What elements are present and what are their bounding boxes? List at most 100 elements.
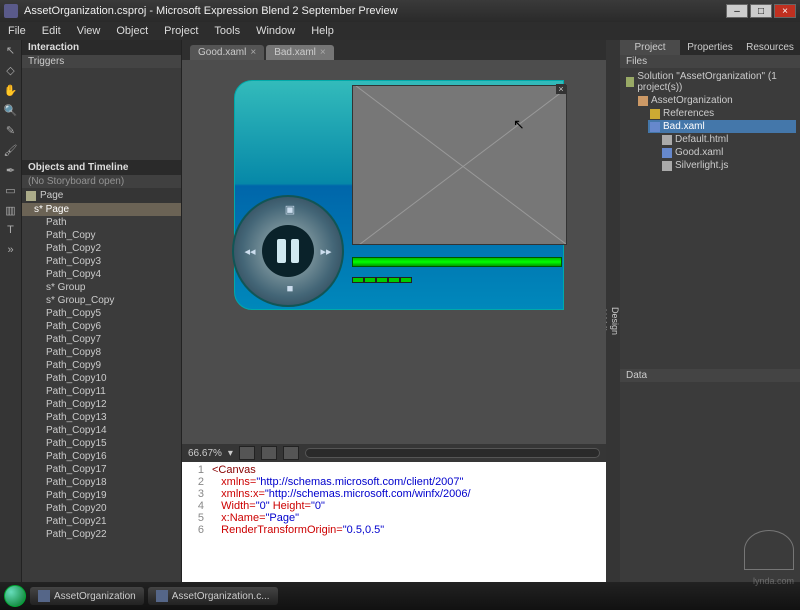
tool-rail: ↖ ◇ ✋ 🔍 ✎ 🖌 ✒ ▭ ▥ T » [0, 40, 22, 582]
file-item[interactable]: Bad.xaml [648, 120, 796, 133]
next-icon[interactable]: ▸▸ [318, 245, 334, 261]
maximize-button[interactable]: □ [750, 4, 772, 18]
tree-item[interactable]: Path_Copy14 [22, 424, 181, 437]
view-tab-design[interactable]: Design [610, 303, 620, 339]
zoom-tool-icon[interactable]: 🔍 [4, 104, 18, 118]
brush-tool-icon[interactable]: 🖌 [4, 144, 18, 158]
watermark-icon [744, 530, 794, 570]
tree-item[interactable]: Path_Copy7 [22, 333, 181, 346]
pan-tool-icon[interactable]: ✋ [4, 84, 18, 98]
direct-select-icon[interactable]: ◇ [4, 64, 18, 78]
layout-tool-icon[interactable]: ▥ [4, 204, 18, 218]
player-close-icon[interactable]: × [556, 84, 566, 94]
right-tab-properties[interactable]: Properties [680, 40, 740, 55]
menu-file[interactable]: File [4, 24, 30, 38]
tree-item[interactable]: Path_Copy21 [22, 515, 181, 528]
pause-button[interactable] [262, 225, 314, 277]
menu-view[interactable]: View [73, 24, 105, 38]
data-header[interactable]: Data [620, 369, 800, 382]
interaction-panel-header[interactable]: Interaction [22, 40, 181, 55]
tree-item[interactable]: Path_Copy19 [22, 489, 181, 502]
asset-tool-icon[interactable]: » [4, 244, 18, 258]
menu-object[interactable]: Object [112, 24, 152, 38]
object-tree[interactable]: s* PagePathPath_CopyPath_Copy2Path_Copy3… [22, 203, 181, 582]
menu-tools[interactable]: Tools [210, 24, 244, 38]
file-item[interactable]: AssetOrganization [636, 94, 796, 107]
close-button[interactable]: × [774, 4, 796, 18]
tree-item[interactable]: Path_Copy16 [22, 450, 181, 463]
sol-icon [626, 77, 634, 87]
document-tab[interactable]: Bad.xaml× [266, 45, 334, 60]
proj-icon [638, 96, 648, 106]
triggers-header[interactable]: Triggers [22, 55, 181, 68]
right-tab-project[interactable]: Project [620, 40, 680, 55]
tree-item[interactable]: Path_Copy5 [22, 307, 181, 320]
grid-toggle-icon[interactable] [239, 446, 255, 460]
close-tab-icon[interactable]: × [320, 47, 326, 58]
annotate-toggle-icon[interactable] [283, 446, 299, 460]
tree-item[interactable]: Path_Copy9 [22, 359, 181, 372]
right-tab-resources[interactable]: Resources [740, 40, 800, 55]
files-header[interactable]: Files [620, 55, 800, 68]
tree-item[interactable]: Path_Copy [22, 229, 181, 242]
taskbar-button[interactable]: AssetOrganization.c... [148, 587, 278, 605]
tree-item[interactable]: Path_Copy22 [22, 528, 181, 541]
snap-toggle-icon[interactable] [261, 446, 277, 460]
player-controls: ▣ ◂◂ ▸▸ ■ [232, 195, 344, 307]
text-tool-icon[interactable]: T [4, 224, 18, 238]
tree-item[interactable]: Path_Copy10 [22, 372, 181, 385]
tree-item[interactable]: Path_Copy20 [22, 502, 181, 515]
canvas-statusbar: 66.67% ▾ [182, 444, 606, 462]
tree-item[interactable]: Path_Copy3 [22, 255, 181, 268]
file-item[interactable]: Good.xaml [660, 146, 796, 159]
menu-project[interactable]: Project [160, 24, 202, 38]
window-title: AssetOrganization.csproj - Microsoft Exp… [24, 5, 398, 17]
fileblue-icon [662, 148, 672, 158]
tree-item[interactable]: s* Group_Copy [22, 294, 181, 307]
tree-item[interactable]: Path_Copy6 [22, 320, 181, 333]
pen-tool-icon[interactable]: ✒ [4, 164, 18, 178]
design-canvas[interactable]: ↖ × ▣ ◂◂ ▸▸ ■ [182, 60, 606, 444]
menu-help[interactable]: Help [307, 24, 338, 38]
stop-icon[interactable]: ■ [282, 283, 298, 299]
file-icon [662, 161, 672, 171]
stop-top-icon[interactable]: ▣ [282, 203, 298, 219]
window-titlebar: AssetOrganization.csproj - Microsoft Exp… [0, 0, 800, 22]
tree-item[interactable]: Path_Copy4 [22, 268, 181, 281]
triggers-body [22, 68, 181, 160]
menu-window[interactable]: Window [252, 24, 299, 38]
zoom-dropdown-icon[interactable]: ▾ [228, 448, 233, 459]
selection-tool-icon[interactable]: ↖ [4, 44, 18, 58]
tree-item[interactable]: Path_Copy13 [22, 411, 181, 424]
tree-item[interactable]: Path_Copy2 [22, 242, 181, 255]
tree-item[interactable]: Path [22, 216, 181, 229]
file-item[interactable]: Silverlight.js [660, 159, 796, 172]
objects-panel-header[interactable]: Objects and Timeline [22, 160, 181, 175]
eyedropper-icon[interactable]: ✎ [4, 124, 18, 138]
progress-bar[interactable] [352, 252, 562, 272]
tree-item[interactable]: Path_Copy18 [22, 476, 181, 489]
tree-item[interactable]: s* Group [22, 281, 181, 294]
solution-explorer[interactable]: Solution "AssetOrganization" (1 project(… [620, 68, 800, 174]
minimize-button[interactable]: – [726, 4, 748, 18]
tree-item[interactable]: Path_Copy15 [22, 437, 181, 450]
close-tab-icon[interactable]: × [250, 47, 256, 58]
tree-item[interactable]: Path_Copy17 [22, 463, 181, 476]
tree-item[interactable]: s* Page [22, 203, 181, 216]
zoom-value[interactable]: 66.67% [188, 448, 222, 459]
menu-edit[interactable]: Edit [38, 24, 65, 38]
horizontal-scrollbar[interactable] [305, 448, 600, 458]
tree-item[interactable]: Path_Copy11 [22, 385, 181, 398]
artboard[interactable]: ↖ × ▣ ◂◂ ▸▸ ■ [242, 80, 572, 330]
prev-icon[interactable]: ◂◂ [242, 245, 258, 261]
file-item[interactable]: References [648, 107, 796, 120]
taskbar-button[interactable]: AssetOrganization [30, 587, 144, 605]
file-item[interactable]: Default.html [660, 133, 796, 146]
xaml-editor[interactable]: 1<Canvas 2 xmlns="http://schemas.microso… [182, 462, 606, 582]
shape-tool-icon[interactable]: ▭ [4, 184, 18, 198]
document-tab[interactable]: Good.xaml× [190, 45, 264, 60]
tree-item[interactable]: Path_Copy8 [22, 346, 181, 359]
start-orb[interactable] [4, 585, 26, 607]
file-item[interactable]: Solution "AssetOrganization" (1 project(… [624, 70, 796, 94]
tree-item[interactable]: Path_Copy12 [22, 398, 181, 411]
